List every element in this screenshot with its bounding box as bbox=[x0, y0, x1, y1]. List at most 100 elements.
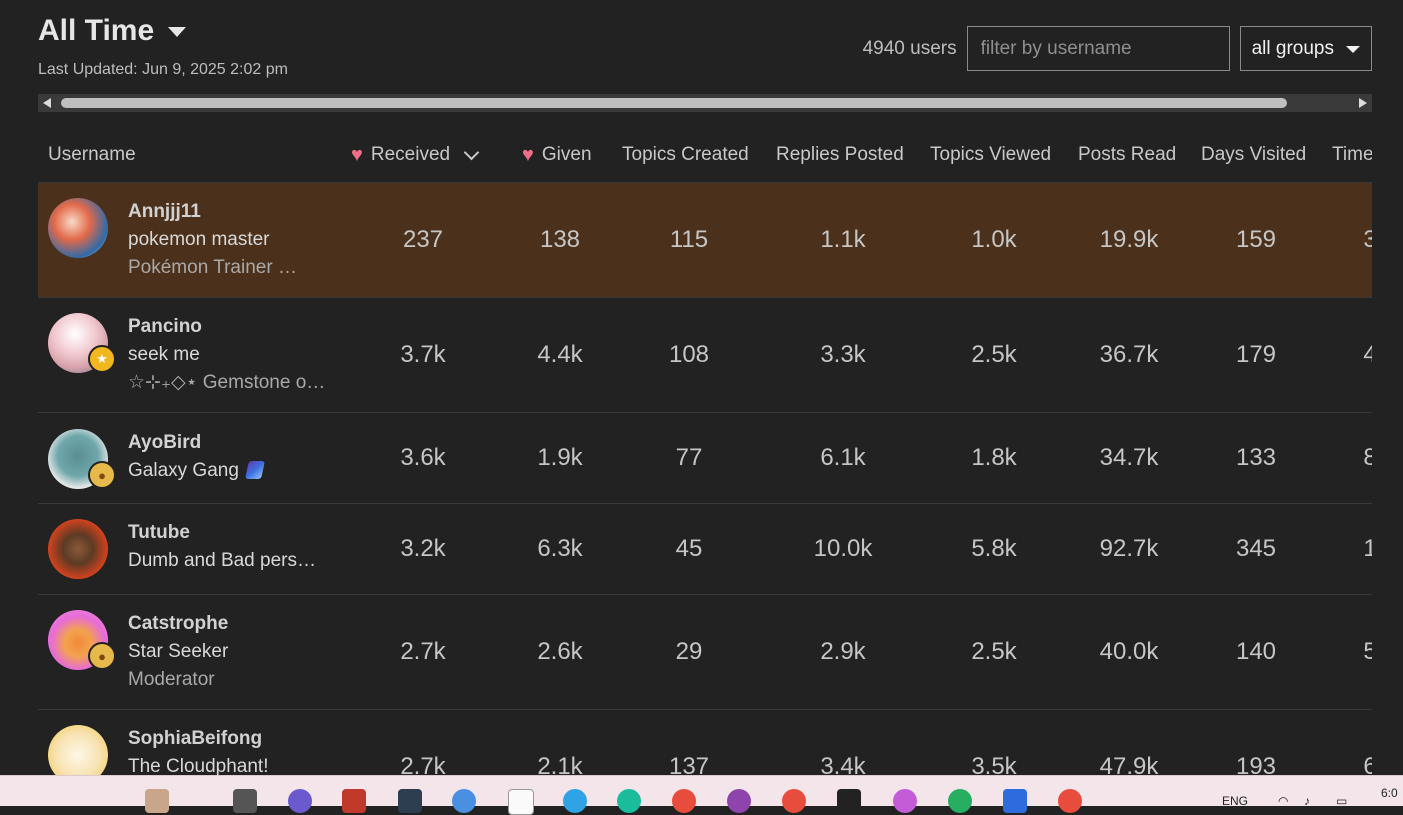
user-count: 4940 users bbox=[862, 37, 957, 59]
days-visited-value: 345 bbox=[1235, 535, 1277, 562]
user-group: ☆⊹₊◇⋆ Gemstone o… bbox=[128, 372, 326, 393]
username-link[interactable]: SophiaBeifong bbox=[128, 725, 338, 753]
taskbar-app-icon[interactable] bbox=[837, 789, 861, 813]
battery-icon[interactable]: ▭ bbox=[1336, 794, 1347, 808]
replies-posted-value: 3.3k bbox=[820, 341, 866, 368]
column-label: Topics Created bbox=[622, 144, 749, 165]
column-header-days-visited[interactable]: Days Visited bbox=[1201, 128, 1306, 182]
taskbar-app-icon[interactable] bbox=[342, 789, 366, 813]
posts-read-value: 19.9k bbox=[1099, 226, 1159, 253]
days-visited-value: 140 bbox=[1235, 638, 1277, 665]
posts-read-value: 36.7k bbox=[1099, 341, 1159, 368]
taskbar-app-icon[interactable] bbox=[288, 789, 312, 813]
username-link[interactable]: Catstrophe bbox=[128, 610, 338, 638]
topics-viewed-value: 5.8k bbox=[971, 535, 1017, 562]
posts-read-value: 40.0k bbox=[1099, 638, 1159, 665]
received-value: 237 bbox=[402, 226, 444, 253]
username-link[interactable]: Pancino bbox=[128, 313, 338, 341]
user-group: Moderator bbox=[128, 669, 215, 690]
column-label: Given bbox=[541, 144, 592, 165]
topics-viewed-value: 1.8k bbox=[971, 444, 1017, 471]
scrollbar-thumb[interactable] bbox=[61, 98, 1287, 108]
posts-read-value: 34.7k bbox=[1099, 444, 1159, 471]
username-link[interactable]: AyoBird bbox=[128, 429, 338, 457]
topics-created-value: 108 bbox=[668, 341, 710, 368]
table-header-row: Username ♥ Received ♥ Given Topics Creat… bbox=[38, 128, 1372, 183]
time-value: 8 bbox=[1363, 444, 1372, 471]
column-header-topics-viewed[interactable]: Topics Viewed bbox=[930, 128, 1051, 182]
replies-posted-value: 2.9k bbox=[820, 638, 866, 665]
avatar[interactable] bbox=[48, 198, 108, 258]
avatar[interactable] bbox=[48, 519, 108, 579]
replies-posted-value: 1.1k bbox=[820, 226, 866, 253]
column-header-received[interactable]: ♥ Received bbox=[351, 128, 480, 182]
scroll-left-arrow-icon[interactable] bbox=[43, 98, 51, 108]
period-dropdown[interactable]: All Time bbox=[38, 14, 288, 48]
given-value: 6.3k bbox=[537, 535, 583, 562]
period-title: All Time bbox=[38, 14, 155, 47]
table-row[interactable]: ● AyoBird Galaxy Gang 3.6k 1.9k 77 6.1k … bbox=[38, 413, 1372, 504]
column-label: Posts Read bbox=[1078, 144, 1177, 165]
column-header-username[interactable]: Username bbox=[48, 128, 136, 182]
topics-viewed-value: 1.0k bbox=[971, 226, 1017, 253]
table-row[interactable]: ★ Pancino seek me ☆⊹₊◇⋆ Gemstone o… 3.7k… bbox=[38, 298, 1372, 413]
given-value: 2.6k bbox=[537, 638, 583, 665]
taskbar-app-icon[interactable] bbox=[893, 789, 917, 813]
column-label: Username bbox=[48, 144, 136, 165]
user-title-text: Galaxy Gang bbox=[128, 460, 239, 481]
table-row[interactable]: Tutube Dumb and Bad pers… 3.2k 6.3k 45 1… bbox=[38, 504, 1372, 595]
received-value: 3.6k bbox=[400, 444, 446, 471]
taskbar-app-icon[interactable] bbox=[563, 789, 587, 813]
heart-icon: ♥ bbox=[522, 144, 534, 166]
clock[interactable]: 6:0 bbox=[1381, 786, 1398, 800]
file-icon[interactable] bbox=[508, 789, 534, 815]
table-row[interactable]: ● Catstrophe Star Seeker Moderator 2.7k … bbox=[38, 595, 1372, 710]
column-header-given[interactable]: ♥ Given bbox=[522, 128, 592, 182]
time-value: 3 bbox=[1363, 226, 1372, 253]
roblox-icon[interactable] bbox=[1003, 789, 1027, 813]
user-title: Galaxy Gang bbox=[128, 457, 338, 485]
username-link[interactable]: Tutube bbox=[128, 519, 338, 547]
leaderboard-controls: 4940 users all groups bbox=[863, 26, 1372, 71]
received-value: 2.7k bbox=[400, 638, 446, 665]
days-visited-value: 159 bbox=[1235, 226, 1277, 253]
chrome-profile-icon[interactable] bbox=[948, 789, 972, 813]
column-label: Days Visited bbox=[1201, 144, 1307, 165]
column-header-replies-posted[interactable]: Replies Posted bbox=[776, 128, 904, 182]
taskbar-app-icon[interactable] bbox=[233, 789, 257, 813]
chrome-icon[interactable] bbox=[782, 789, 806, 813]
topics-created-value: 77 bbox=[675, 444, 703, 471]
cursor-icon[interactable] bbox=[398, 789, 422, 813]
scroll-right-arrow-icon[interactable] bbox=[1359, 98, 1367, 108]
topics-created-value: 29 bbox=[675, 638, 703, 665]
filter-username-input[interactable] bbox=[966, 26, 1230, 71]
user-title: seek me bbox=[128, 344, 200, 365]
copilot-icon[interactable] bbox=[452, 789, 476, 813]
taskbar-app-icon[interactable] bbox=[672, 789, 696, 813]
language-indicator[interactable]: ENG bbox=[1222, 794, 1248, 808]
given-value: 138 bbox=[539, 226, 581, 253]
taskbar-app-icon[interactable] bbox=[145, 789, 169, 813]
galaxy-flair-icon bbox=[244, 461, 265, 479]
taskbar-app-icon[interactable] bbox=[727, 789, 751, 813]
topics-viewed-value: 2.5k bbox=[971, 638, 1017, 665]
wifi-icon[interactable]: ◠ bbox=[1278, 794, 1288, 808]
time-value: 4 bbox=[1363, 341, 1372, 368]
username-link[interactable]: Annjjj11 bbox=[128, 198, 338, 226]
given-value: 1.9k bbox=[537, 444, 583, 471]
column-header-posts-read[interactable]: Posts Read bbox=[1078, 128, 1176, 182]
horizontal-scrollbar[interactable] bbox=[38, 94, 1372, 112]
chrome-icon[interactable] bbox=[1058, 789, 1082, 813]
column-header-topics-created[interactable]: Topics Created bbox=[622, 128, 749, 182]
posts-read-value: 92.7k bbox=[1099, 535, 1159, 562]
groups-dropdown[interactable]: all groups bbox=[1239, 26, 1372, 71]
user-title: Dumb and Bad pers… bbox=[128, 550, 316, 571]
column-header-time[interactable]: Time bbox=[1332, 128, 1372, 182]
table-row[interactable]: Annjjj11 pokemon master Pokémon Trainer … bbox=[38, 183, 1372, 298]
flair-badge-icon: ● bbox=[88, 642, 116, 670]
column-label: Replies Posted bbox=[776, 144, 904, 165]
volume-icon[interactable]: ♪ bbox=[1304, 794, 1310, 808]
column-label: Time bbox=[1332, 144, 1372, 165]
edge-icon[interactable] bbox=[617, 789, 641, 813]
heart-icon: ♥ bbox=[351, 144, 363, 166]
